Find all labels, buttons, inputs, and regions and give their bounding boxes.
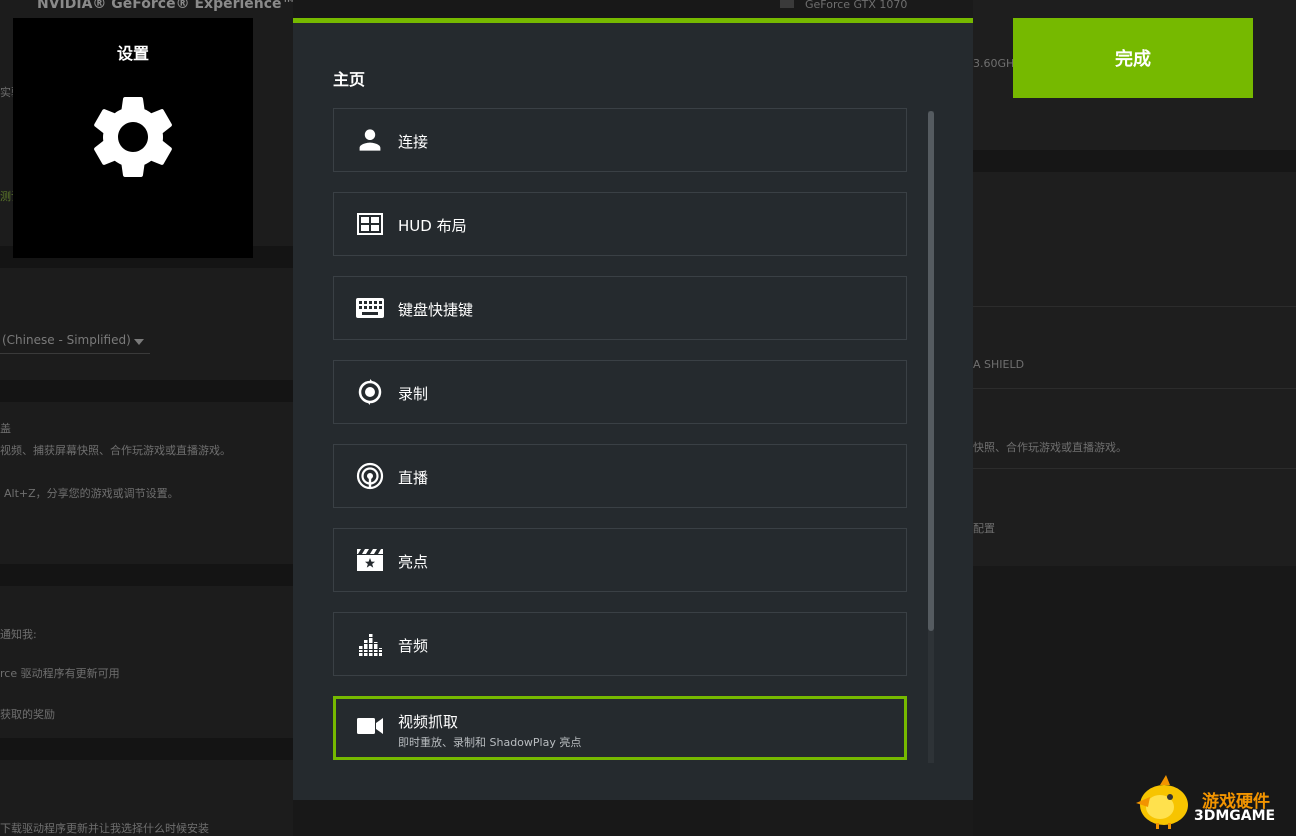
menu-item-label: 键盘快捷键	[398, 301, 474, 319]
background-app-title: NVIDIA® GeForce® Experience™	[37, 0, 296, 12]
menu-item-video-capture[interactable]: 视频抓取 即时重放、录制和 ShadowPlay 亮点	[333, 696, 907, 760]
menu-item-audio[interactable]: 音频	[333, 612, 907, 676]
watermark-logo: 游戏硬件 3DMGAME	[1130, 773, 1290, 829]
audio-bars-icon	[356, 630, 384, 658]
settings-panel: 主页 连接 HUD 布局 键盘快捷键 录制 直播 亮点 音频 视频抓取 即时重放…	[293, 18, 973, 800]
done-button[interactable]: 完成	[1013, 18, 1253, 98]
background-text: 配置	[973, 522, 995, 535]
menu-item-sublabel: 即时重放、录制和 ShadowPlay 亮点	[398, 736, 582, 749]
menu-item-keyboard-shortcuts[interactable]: 键盘快捷键	[333, 276, 907, 340]
menu-item-broadcast[interactable]: 直播	[333, 444, 907, 508]
menu-item-hud-layout[interactable]: HUD 布局	[333, 192, 907, 256]
menu-item-record[interactable]: 录制	[333, 360, 907, 424]
background-text: 盖	[0, 422, 11, 435]
menu-scrollbar[interactable]	[928, 111, 934, 763]
background-section-band	[0, 564, 293, 586]
background-divider	[973, 468, 1296, 469]
menu-item-label: 音频	[398, 637, 429, 655]
settings-tile: 设置	[13, 18, 253, 258]
menu-item-label: 连接	[398, 133, 429, 151]
background-language-value: (Chinese - Simplified)	[2, 333, 131, 347]
gpu-icon	[780, 0, 794, 8]
highlight-clapper-icon	[356, 546, 384, 574]
background-section-band	[0, 380, 293, 402]
background-text: 下载驱动程序更新并让我选择什么时候安装	[0, 822, 209, 835]
gear-icon	[94, 96, 172, 177]
menu-item-label: 视频抓取	[398, 713, 459, 731]
settings-menu: 连接 HUD 布局 键盘快捷键 录制 直播 亮点 音频 视频抓取 即时重放、录制…	[333, 108, 907, 780]
background-language-dropdown: (Chinese - Simplified)	[0, 330, 150, 354]
watermark-text-en: 3DMGAME	[1194, 808, 1276, 824]
menu-item-connect[interactable]: 连接	[333, 108, 907, 172]
panel-title: 主页	[333, 70, 366, 89]
layout-icon	[356, 210, 384, 238]
menu-item-label: 直播	[398, 469, 429, 487]
chevron-down-icon	[134, 339, 144, 345]
video-camera-icon	[356, 712, 384, 740]
background-text: 快照、合作玩游戏或直播游戏。	[973, 441, 1127, 454]
background-gpu-name: GeForce GTX 1070	[805, 0, 908, 11]
background-divider	[973, 306, 1296, 307]
menu-item-label: HUD 布局	[398, 217, 467, 235]
background-text: rce 驱动程序有更新可用	[0, 667, 120, 680]
background-divider	[973, 388, 1296, 389]
user-icon	[356, 126, 384, 154]
record-icon	[356, 378, 384, 406]
background-section-band	[973, 150, 1296, 172]
menu-item-highlights[interactable]: 亮点	[333, 528, 907, 592]
background-text: 通知我:	[0, 628, 37, 641]
settings-title: 设置	[116, 44, 149, 63]
background-text: 获取的奖励	[0, 708, 55, 721]
broadcast-icon	[356, 462, 384, 490]
menu-item-label: 亮点	[398, 553, 429, 571]
chick-mascot-icon	[1136, 775, 1188, 829]
background-shield-text: A SHIELD	[973, 358, 1025, 371]
background-section-band	[0, 738, 293, 760]
keyboard-icon	[356, 294, 384, 322]
menu-item-label: 录制	[398, 385, 429, 403]
menu-scrollbar-thumb[interactable]	[928, 111, 934, 631]
background-text: Alt+Z，分享您的游戏或调节设置。	[4, 487, 179, 500]
background-text: 视频、捕获屏幕快照、合作玩游戏或直播游戏。	[0, 444, 231, 457]
